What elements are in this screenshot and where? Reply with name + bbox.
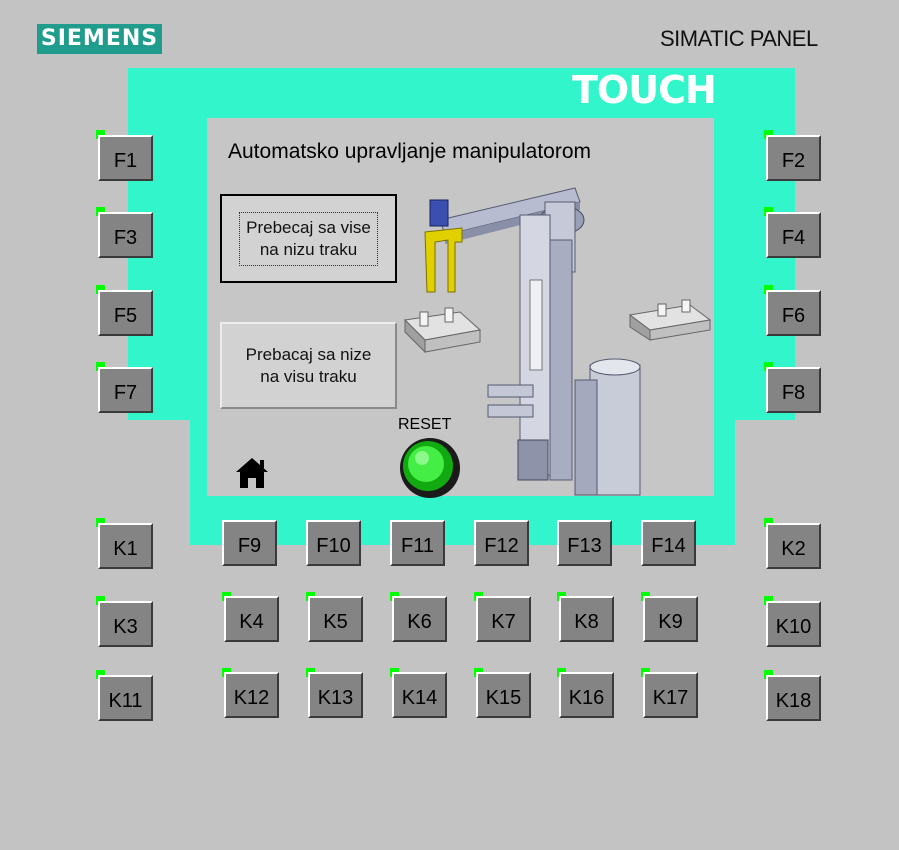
key-f9[interactable]: F9 (222, 520, 277, 566)
key-k11[interactable]: K11 (98, 675, 153, 721)
key-k1[interactable]: K1 (98, 523, 153, 569)
key-f13[interactable]: F13 (557, 520, 612, 566)
key-k9[interactable]: K9 (643, 596, 698, 642)
key-k5[interactable]: K5 (308, 596, 363, 642)
home-icon[interactable] (234, 456, 270, 490)
key-f10[interactable]: F10 (306, 520, 361, 566)
key-k8[interactable]: K8 (559, 596, 614, 642)
key-f7[interactable]: F7 (98, 367, 153, 413)
reset-label: RESET (398, 416, 452, 433)
key-f8[interactable]: F8 (766, 367, 821, 413)
transfer-high-to-low-label: Prebecaj sa vise na nizu traku (239, 211, 378, 266)
transfer-low-to-high-label: Prebacaj sa nize na visu traku (245, 344, 372, 386)
key-k15[interactable]: K15 (476, 672, 531, 718)
siemens-logo: SIEMENS (37, 24, 162, 54)
key-f12[interactable]: F12 (474, 520, 529, 566)
key-k17[interactable]: K17 (643, 672, 698, 718)
key-f3[interactable]: F3 (98, 212, 153, 258)
touch-label: TOUCH (572, 68, 717, 112)
key-k7[interactable]: K7 (476, 596, 531, 642)
key-f6[interactable]: F6 (766, 290, 821, 336)
reset-button[interactable] (398, 436, 462, 500)
key-k4[interactable]: K4 (224, 596, 279, 642)
left-function-keys: F1 F3 F5 F7 (96, 130, 156, 430)
key-f11[interactable]: F11 (390, 520, 445, 566)
key-k3[interactable]: K3 (98, 601, 153, 647)
key-f5[interactable]: F5 (98, 290, 153, 336)
transfer-low-to-high-button[interactable]: Prebacaj sa nize na visu traku (220, 322, 397, 409)
key-k12[interactable]: K12 (224, 672, 279, 718)
key-f2[interactable]: F2 (766, 135, 821, 181)
transfer-high-to-low-button[interactable]: Prebecaj sa vise na nizu traku (220, 194, 397, 283)
key-k14[interactable]: K14 (392, 672, 447, 718)
key-k2[interactable]: K2 (766, 523, 821, 569)
key-k18[interactable]: K18 (766, 675, 821, 721)
key-k13[interactable]: K13 (308, 672, 363, 718)
key-f4[interactable]: F4 (766, 212, 821, 258)
key-k10[interactable]: K10 (766, 601, 821, 647)
key-f14[interactable]: F14 (641, 520, 696, 566)
key-f1[interactable]: F1 (98, 135, 153, 181)
panel-model-label: SIMATIC PANEL (660, 26, 818, 51)
key-k16[interactable]: K16 (559, 672, 614, 718)
screen-title: Automatsko upravljanje manipulatorom (228, 140, 592, 163)
key-k6[interactable]: K6 (392, 596, 447, 642)
right-function-keys: F2 F4 F6 F8 (764, 130, 824, 430)
